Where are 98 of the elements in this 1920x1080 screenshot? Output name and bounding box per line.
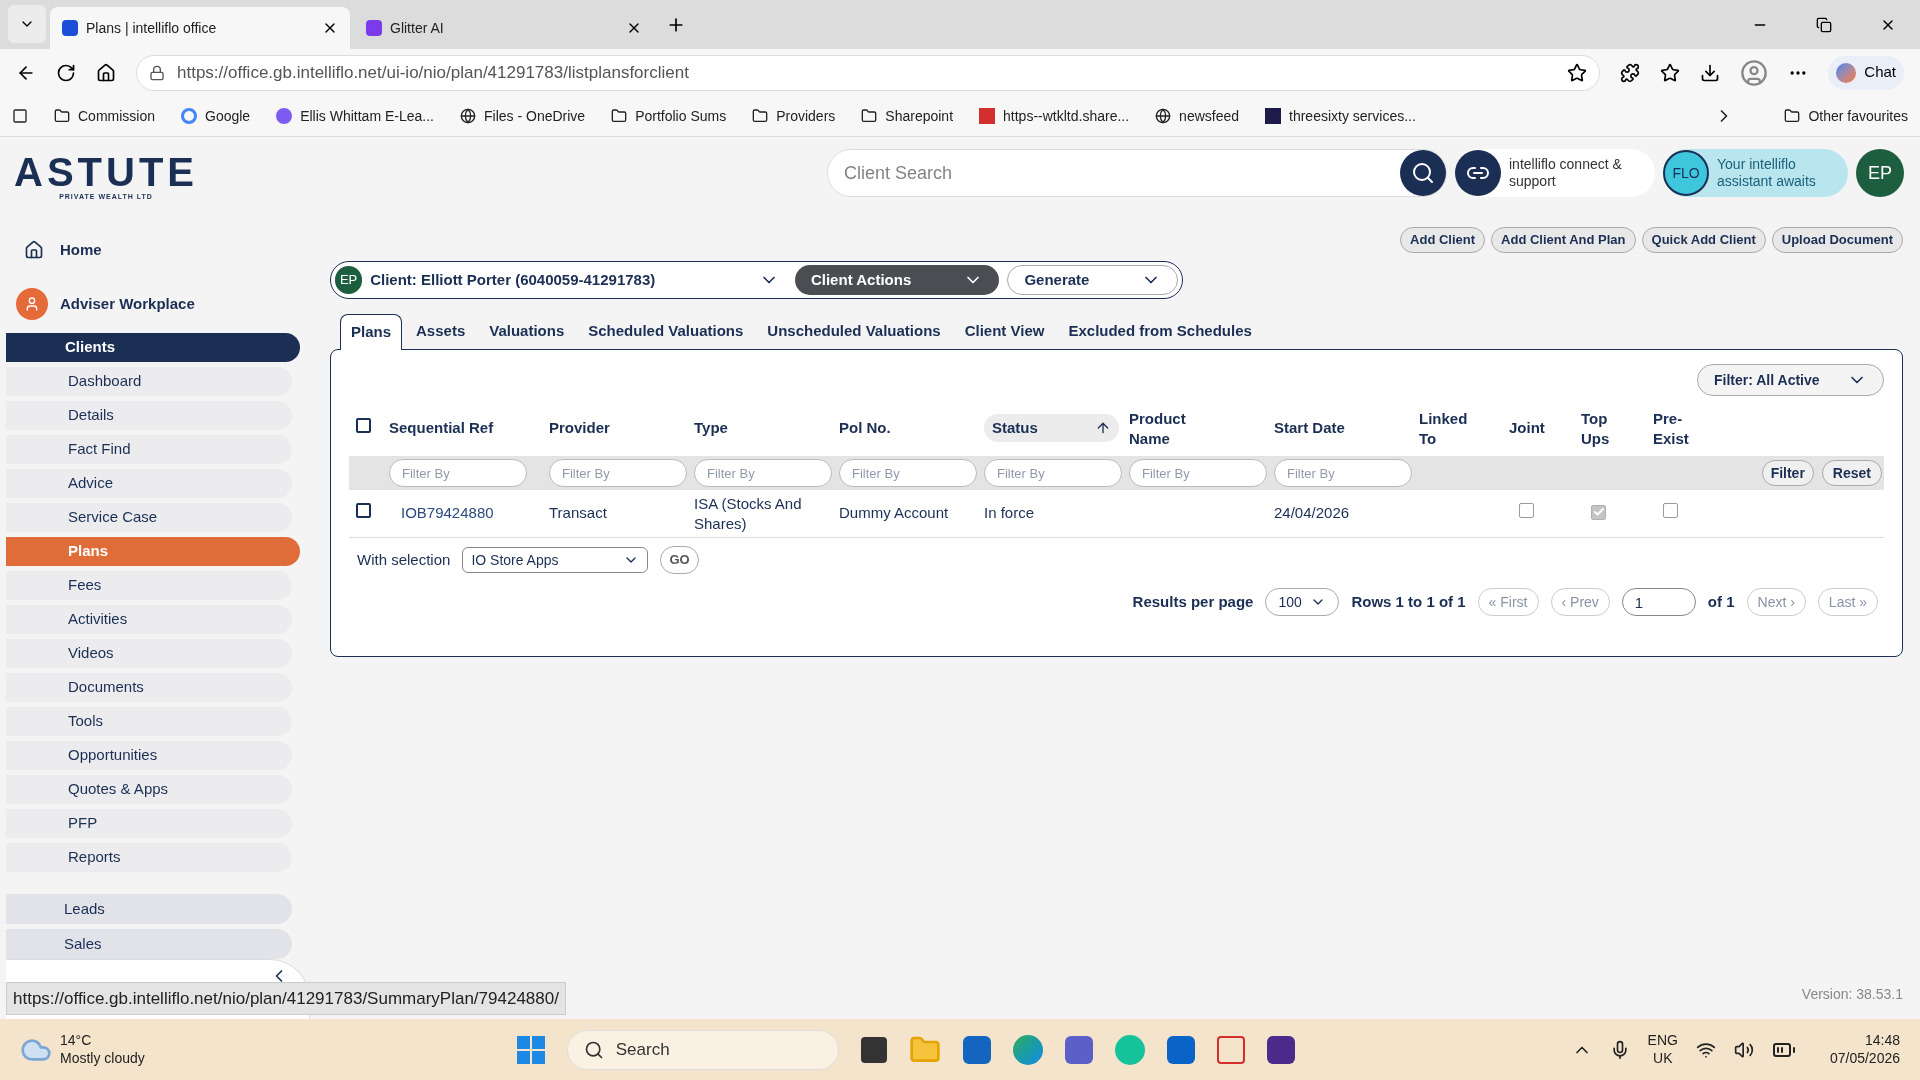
browser-tab[interactable]: Glitter AI: [354, 7, 654, 49]
address-field[interactable]: https://office.gb.intelliflo.net/ui-io/nio/plan/41291783/listplansforclient: [136, 54, 1601, 91]
client-search-field[interactable]: Client Search: [827, 149, 1447, 198]
results-per-page-label: Results per page: [1132, 592, 1254, 612]
sidebar-item[interactable]: Activities: [6, 605, 292, 635]
user-avatar[interactable]: EP: [1856, 149, 1904, 198]
filter-button[interactable]: Filter: [1761, 460, 1814, 487]
chat-button[interactable]: Chat: [1828, 55, 1904, 90]
page-tab[interactable]: Plans: [340, 314, 403, 351]
page-tab[interactable]: Client View: [954, 313, 1055, 350]
page-number-field[interactable]: 1: [1621, 588, 1696, 617]
table-cell-text: ISA (Stocks And Shares): [694, 493, 803, 534]
bookmark-link[interactable]: Portfolio Sums: [611, 105, 727, 127]
bookmark-link[interactable]: https--wtkltd.share...: [979, 105, 1130, 127]
clients-section[interactable]: Clients: [6, 333, 300, 363]
sidebar-section[interactable]: Leads: [6, 894, 292, 925]
temperature: 14°C: [60, 1032, 93, 1050]
column-header[interactable]: Product Name: [1129, 408, 1187, 449]
taskbar-search[interactable]: Search: [566, 1029, 839, 1070]
selection-dropdown[interactable]: IO Store Apps: [462, 547, 649, 574]
assistant-button[interactable]: FLO Your intelliflo assistant awaits: [1663, 149, 1848, 198]
table-cell: In force: [984, 504, 1035, 522]
workplace-link[interactable]: Adviser Workplace: [0, 283, 300, 326]
bookmark-link[interactable]: Sharepoint: [861, 105, 954, 127]
page-tab[interactable]: Unscheduled Valuations: [757, 313, 951, 350]
filter-field[interactable]: Filter By: [549, 459, 687, 488]
flo-badge: FLO: [1663, 150, 1709, 197]
with-selection-label: With selection: [357, 550, 451, 570]
version-label: Version: 38.53.1: [1801, 985, 1903, 1005]
bookmark-link[interactable]: Files - OneDrive: [460, 105, 586, 127]
action-button[interactable]: Quick Add Client: [1641, 227, 1766, 254]
sidebar-item[interactable]: Opportunities: [6, 741, 292, 771]
filter-field[interactable]: Filter By: [984, 459, 1122, 488]
bookmark-link[interactable]: newsfeed: [1155, 105, 1240, 127]
bookmark-link[interactable]: threesixty services...: [1265, 105, 1416, 127]
action-button[interactable]: Add Client And Plan: [1491, 227, 1636, 254]
filter-field[interactable]: Filter By: [1129, 459, 1267, 488]
page-count: of 1: [1707, 592, 1735, 612]
bookmark-link[interactable]: Commission: [54, 105, 155, 127]
bookmark-link[interactable]: Google: [181, 105, 251, 127]
browser-tab[interactable]: Plans | intelliflo office: [50, 7, 350, 49]
table-cell: Dummy Account: [839, 504, 949, 522]
action-button[interactable]: Add Client: [1400, 227, 1486, 254]
table-cell: 24/04/2026: [1274, 504, 1350, 522]
column-header[interactable]: Joint: [1509, 418, 1545, 438]
sidebar-item[interactable]: Reports: [6, 843, 292, 873]
language-label[interactable]: ENG: [1647, 1032, 1678, 1050]
bookmark-link[interactable]: Other favourites: [1784, 105, 1908, 127]
sidebar-item[interactable]: Details: [6, 401, 292, 431]
column-header[interactable]: Status: [984, 414, 1119, 443]
column-header[interactable]: Pol No.: [839, 418, 891, 438]
column-header[interactable]: Sequential Ref: [389, 418, 494, 438]
sidebar-item[interactable]: Advice: [6, 469, 292, 499]
url-text: https://office.gb.intelliflo.net/ui-io/nio/plan/41291783/listplansforclient: [177, 61, 689, 84]
client-actions-dropdown[interactable]: Client Actions: [794, 265, 1000, 296]
page-tab[interactable]: Valuations: [479, 313, 575, 350]
clock-time[interactable]: 14:48: [1864, 1032, 1900, 1050]
bookmark-link[interactable]: Ellis Whittam E-Lea...: [276, 105, 434, 127]
filter-field[interactable]: Filter By: [694, 459, 832, 488]
column-header[interactable]: Pre-Exist: [1653, 408, 1711, 449]
sidebar-section[interactable]: Sales: [6, 929, 292, 960]
client-avatar: EP: [335, 266, 363, 295]
column-header[interactable]: Type: [694, 418, 728, 438]
page-tab[interactable]: Assets: [406, 313, 476, 350]
column-header[interactable]: Start Date: [1274, 418, 1345, 438]
sidebar-item[interactable]: PFP: [6, 809, 292, 839]
sidebar-item[interactable]: Service Case: [6, 503, 292, 533]
page-tab[interactable]: Scheduled Valuations: [578, 313, 754, 350]
filter-field[interactable]: Filter By: [839, 459, 977, 488]
connect-button[interactable]: intelliflo connect & support: [1455, 149, 1655, 198]
table-cell: Transact: [549, 504, 607, 522]
column-header[interactable]: Linked To: [1419, 408, 1477, 449]
tab-title: Glitter AI: [390, 18, 445, 38]
filter-dropdown[interactable]: Filter: All Active: [1697, 364, 1884, 397]
page-tab[interactable]: Excluded from Schedules: [1058, 313, 1262, 350]
home-link[interactable]: Home: [0, 229, 300, 272]
sidebar-item[interactable]: Fees: [6, 571, 292, 601]
column-header[interactable]: Provider: [549, 418, 610, 438]
sidebar-item[interactable]: Quotes & Apps: [6, 775, 292, 805]
sidebar-item[interactable]: Dashboard: [6, 367, 292, 397]
sidebar-item[interactable]: Videos: [6, 639, 292, 669]
column-header[interactable]: Top Ups: [1581, 408, 1639, 449]
sidebar-item[interactable]: Tools: [6, 707, 292, 737]
tab-title: Plans | intelliflo office: [86, 18, 218, 38]
sidebar-item[interactable]: Documents: [6, 673, 292, 703]
sidebar-item[interactable]: Fact Find: [6, 435, 292, 465]
reset-button[interactable]: Reset: [1821, 460, 1882, 487]
filter-field[interactable]: Filter By: [1274, 459, 1412, 488]
plan-ref-link[interactable]: IOB79424880: [401, 504, 494, 522]
action-button[interactable]: Upload Document: [1771, 227, 1903, 254]
filter-field[interactable]: Filter By: [389, 459, 527, 488]
bookmark-link[interactable]: Providers: [752, 105, 836, 127]
clock-date[interactable]: 07/05/2026: [1829, 1049, 1900, 1068]
client-dropdown[interactable]: Client: Elliott Porter (6040059-41291783): [370, 269, 787, 292]
weather-text: Mostly cloudy: [60, 1049, 145, 1068]
status-url: https://office.gb.intelliflo.net/nio/plan/41291783/SummaryPlan/79424880/: [6, 981, 566, 1016]
rows-count: Rows 1 to 1 of 1: [1351, 592, 1466, 612]
region-label[interactable]: UK: [1653, 1049, 1673, 1068]
